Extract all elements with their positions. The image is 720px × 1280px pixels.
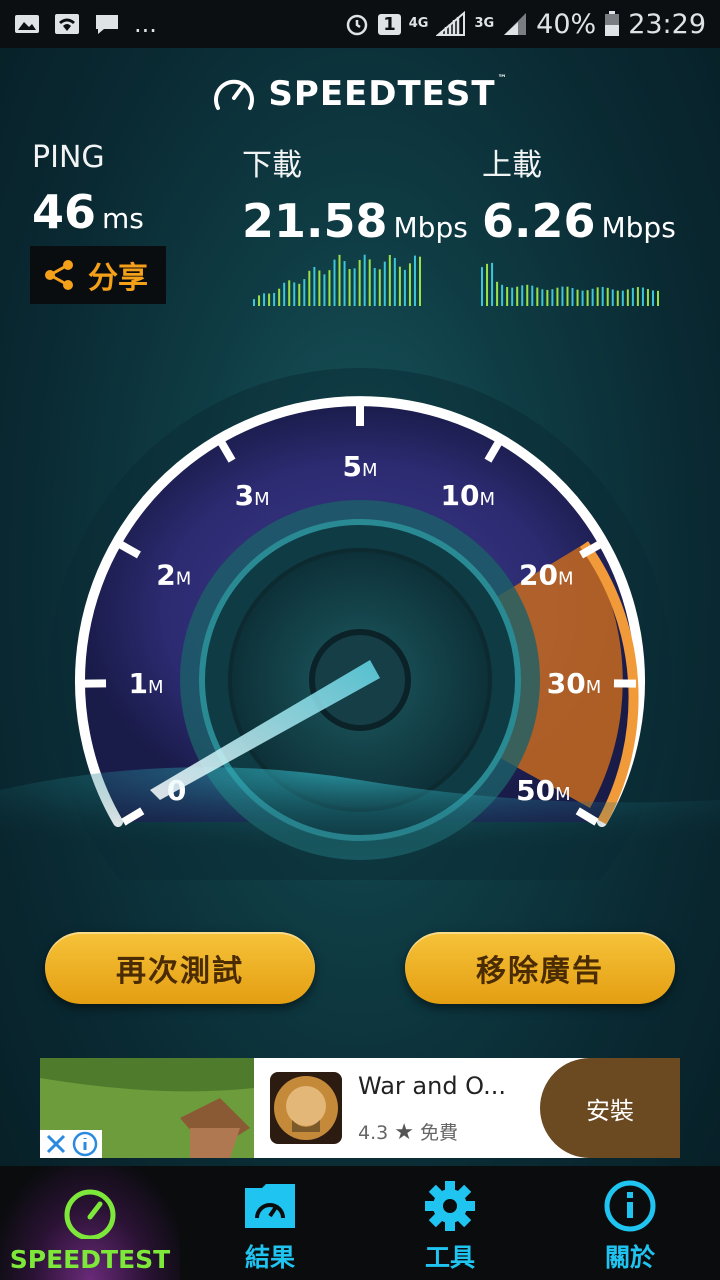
retest-button[interactable]: 再次測試 (45, 932, 315, 1004)
nav-speedtest[interactable]: SPEEDTEST (0, 1166, 180, 1280)
network-4g: 4G (408, 16, 429, 31)
nav-speedtest-label: SPEEDTEST (9, 1245, 171, 1274)
share-button[interactable]: 分享 (30, 246, 166, 304)
network-3g: 3G (474, 16, 495, 31)
download-stat: 下載 21.58 Mbps (242, 140, 468, 248)
signal-icon (436, 11, 466, 36)
download-value: 21.58 Mbps (242, 194, 468, 248)
nav-tools-label: 工具 (424, 1243, 475, 1272)
ad-close[interactable] (40, 1130, 102, 1158)
share-icon (45, 260, 73, 290)
speedometer-icon (64, 1189, 116, 1239)
ad-app-icon (270, 1072, 342, 1144)
upload-stat: 上載 6.26 Mbps (482, 140, 676, 248)
ad-title: War and O... (358, 1072, 506, 1100)
battery-level: 40% (536, 8, 597, 40)
nav-results-label: 結果 (244, 1243, 295, 1272)
nav-about-label: 關於 (604, 1243, 655, 1272)
star-icon: ★ (394, 1120, 414, 1145)
bottom-nav: SPEEDTEST 結果 工具 關於 (0, 1166, 720, 1280)
ping-stat: PING 46 ms (32, 140, 144, 239)
folder-gauge-icon (245, 1184, 295, 1228)
nav-tools[interactable]: 工具 (360, 1166, 540, 1280)
info-icon[interactable] (72, 1131, 98, 1157)
gear-icon (425, 1181, 475, 1231)
status-bar: ... 1 4G 3G 40% 23:29 (0, 0, 720, 48)
remove-ads-button[interactable]: 移除廣告 (405, 932, 675, 1004)
upload-value: 6.26 Mbps (482, 194, 676, 248)
clock: 23:29 (628, 8, 706, 40)
speed-gauge: 01M2M3M5M10M20M30M50M (0, 368, 720, 880)
ad-rating: 4.3 ★ 免費 (358, 1120, 459, 1145)
logo-text: SPEEDTEST ™ (268, 74, 508, 114)
ping-value: 46 ms (32, 185, 144, 239)
nav-results[interactable]: 結果 (180, 1166, 360, 1280)
share-label: 分享 (88, 261, 148, 296)
signal-icon-2 (504, 13, 527, 35)
upload-sparkline (481, 262, 659, 306)
message-icon (96, 15, 118, 34)
info-icon (604, 1180, 656, 1232)
download-label: 下載 (242, 148, 302, 183)
sim-badge: 1 (378, 13, 401, 35)
nav-about[interactable]: 關於 (540, 1166, 720, 1280)
image-icon (15, 15, 39, 33)
ad-install-button[interactable]: 安裝 (540, 1058, 680, 1158)
app-logo: SPEEDTEST ™ (0, 74, 720, 114)
battery-icon (605, 11, 620, 36)
alarm-icon (346, 14, 368, 36)
upload-label: 上載 (482, 148, 542, 183)
close-icon[interactable] (44, 1132, 68, 1156)
notification-more: ... (134, 10, 157, 38)
ping-label: PING (32, 140, 105, 175)
download-sparkline (253, 254, 421, 306)
speedometer-logo-icon (214, 79, 255, 110)
wifi-icon (55, 14, 79, 34)
ad-banner[interactable]: War and O... 4.3 ★ 免費 安裝 (40, 1058, 680, 1158)
